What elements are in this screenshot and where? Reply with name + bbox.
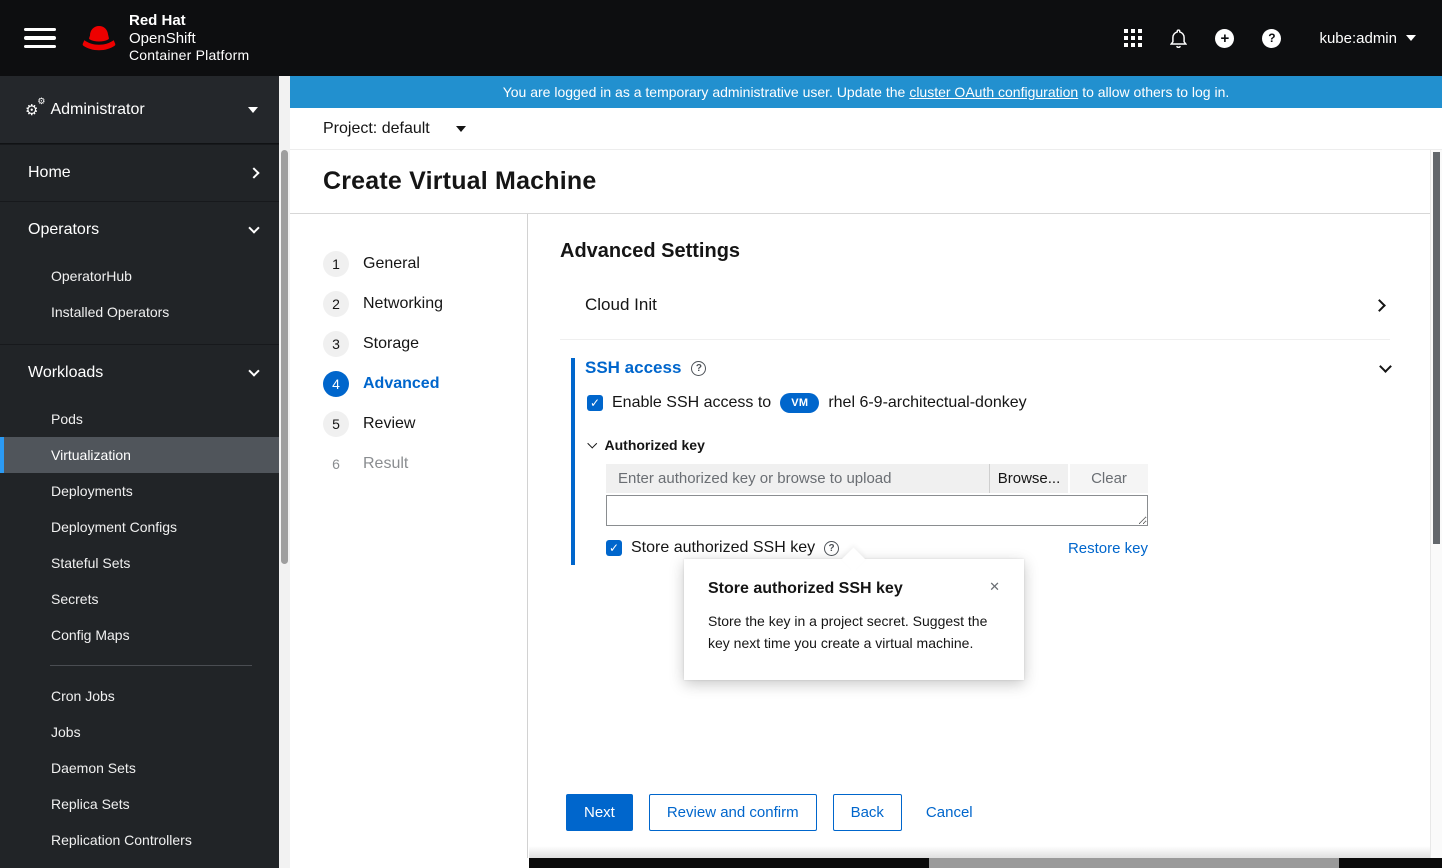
project-label: Project: — [323, 119, 378, 137]
divider — [50, 665, 252, 666]
chevron-down-icon — [587, 438, 597, 448]
wizard-step-review[interactable]: 5 Review — [290, 404, 527, 444]
vm-name: rhel 6-9-architectual-donkey — [828, 394, 1027, 411]
sidebar-scrollbar[interactable] — [279, 76, 290, 868]
sidebar-item-replica-sets[interactable]: Replica Sets — [0, 786, 290, 822]
sidebar-item-home[interactable]: Home — [0, 145, 290, 201]
restore-key-link[interactable]: Restore key — [1068, 540, 1148, 557]
wizard-step-storage[interactable]: 3 Storage — [290, 324, 527, 364]
popover-body: Store the key in a project secret. Sugge… — [708, 613, 988, 651]
cloud-init-expandable[interactable]: Cloud Init — [560, 285, 1390, 340]
store-key-popover: Store authorized SSH key ✕ Store the key… — [684, 547, 1024, 681]
ssh-access-section: SSH access ? ✓ Enable SSH access to VM r… — [571, 358, 1392, 565]
sidebar-item-operators[interactable]: Operators — [0, 202, 290, 258]
project-value: default — [381, 119, 430, 137]
enable-ssh-checkbox[interactable]: ✓ Enable SSH access to VM rhel 6-9-archi… — [585, 393, 1390, 413]
ssh-access-title: SSH access — [585, 358, 682, 377]
ssh-access-help-icon[interactable]: ? — [691, 360, 707, 376]
wizard-step-advanced[interactable]: 4 Advanced — [290, 364, 527, 404]
wizard-step-result: 6 Result — [332, 455, 409, 472]
store-key-help-icon[interactable]: ? — [824, 540, 840, 556]
brand-line-2: OpenShift — [129, 29, 196, 47]
plus-circle-icon[interactable]: + — [1215, 28, 1235, 48]
brand-line-3: Container Platform — [129, 47, 250, 64]
store-key-checkbox[interactable]: ✓ Store authorized SSH key — [606, 539, 815, 557]
sidebar-item-operatorhub[interactable]: OperatorHub — [0, 258, 290, 294]
browse-button[interactable]: Browse... — [989, 464, 1068, 493]
clear-button[interactable]: Clear — [1070, 464, 1148, 493]
login-notice-banner: You are logged in as a temporary adminis… — [290, 76, 1442, 108]
app-launcher-icon[interactable] — [1123, 28, 1143, 48]
chevron-down-icon — [248, 222, 260, 234]
authorized-key-textarea[interactable] — [606, 495, 1148, 526]
page-title: Create Virtual Machine — [323, 167, 597, 195]
wizard-step-networking[interactable]: 2 Networking — [290, 284, 527, 324]
popover-close-icon[interactable]: ✕ — [989, 580, 1000, 593]
section-title: Advanced Settings — [560, 240, 741, 262]
back-button[interactable]: Back — [832, 794, 902, 831]
perspective-label: Administrator — [50, 100, 145, 118]
checkbox-checked-icon: ✓ — [587, 395, 603, 411]
perspective-switcher[interactable]: ⚙ ⚙ Administrator — [0, 76, 290, 144]
user-name: kube:admin — [1319, 29, 1397, 47]
review-and-confirm-button[interactable]: Review and confirm — [648, 794, 817, 831]
checkbox-checked-icon: ✓ — [606, 540, 622, 556]
sidebar-item-deployment-configs[interactable]: Deployment Configs — [0, 509, 290, 545]
cancel-button[interactable]: Cancel — [918, 795, 981, 830]
sidebar-item-installed-operators[interactable]: Installed Operators — [0, 294, 290, 330]
wizard-footer: Next Review and confirm Back Cancel — [566, 794, 981, 831]
ssh-key-file-upload: Browse... Clear — [606, 464, 1148, 493]
user-menu[interactable]: kube:admin — [1319, 30, 1416, 47]
nav-toggle-button[interactable] — [24, 27, 56, 49]
wizard-steps-nav: 1 General 2 Networking 3 Storage 4 Advan… — [290, 214, 528, 858]
cluster-oauth-configuration-link[interactable]: cluster OAuth configuration — [909, 84, 1078, 100]
sidebar-item-deployments[interactable]: Deployments — [0, 473, 290, 509]
content-horizontal-scrollbar[interactable] — [529, 858, 1442, 868]
chevron-right-icon — [1373, 298, 1386, 312]
perspective-caret-icon — [248, 106, 258, 113]
sidebar-nav: ⚙ ⚙ Administrator Home Operators Operator… — [0, 76, 290, 868]
next-button[interactable]: Next — [566, 794, 633, 831]
project-selector[interactable]: Project: default — [290, 108, 1442, 150]
sidebar-item-jobs[interactable]: Jobs — [0, 714, 290, 750]
authorized-key-file-input[interactable] — [606, 464, 989, 493]
brand-line-1: Red Hat — [129, 12, 186, 30]
popover-title: Store authorized SSH key — [708, 580, 903, 597]
sidebar-item-virtualization[interactable]: Virtualization — [0, 437, 290, 473]
sidebar-item-secrets[interactable]: Secrets — [0, 581, 290, 617]
question-circle-icon[interactable]: ? — [1262, 28, 1282, 48]
redhat-openshift-logo: Red Hat OpenShift Container Platform — [78, 12, 249, 64]
main-content: You are logged in as a temporary adminis… — [290, 76, 1442, 868]
sidebar-item-config-maps[interactable]: Config Maps — [0, 617, 290, 653]
user-caret-icon — [1406, 35, 1416, 41]
create-vm-wizard: 1 General 2 Networking 3 Storage 4 Advan… — [290, 214, 1430, 858]
vm-badge: VM — [780, 393, 820, 413]
sidebar-scrollbar-thumb[interactable] — [281, 150, 288, 564]
cogs-icon: ⚙ ⚙ — [25, 95, 46, 119]
chevron-right-icon — [248, 167, 260, 179]
sidebar-item-pods[interactable]: Pods — [0, 401, 290, 437]
chevron-down-icon — [248, 365, 260, 377]
vertical-scrollbar-thumb[interactable] — [1433, 152, 1440, 544]
openshift-console: Red Hat OpenShift Container Platform + ?… — [0, 0, 1442, 868]
ssh-collapse-chevron-icon[interactable] — [1379, 359, 1392, 373]
redhat-fedora-icon — [78, 23, 120, 53]
authorized-key-toggle[interactable]: Authorized key — [585, 437, 1390, 453]
sidebar-item-workloads[interactable]: Workloads — [0, 345, 290, 401]
notifications-bell-icon[interactable] — [1170, 28, 1188, 48]
sidebar-item-replication-controllers[interactable]: Replication Controllers — [0, 822, 290, 858]
masthead: Red Hat OpenShift Container Platform + ?… — [0, 0, 1442, 76]
sidebar-item-stateful-sets[interactable]: Stateful Sets — [0, 545, 290, 581]
horizontal-scrollbar-thumb[interactable] — [929, 858, 1339, 868]
project-caret-icon — [455, 125, 466, 132]
content-vertical-scrollbar[interactable] — [1430, 150, 1442, 858]
wizard-step-content: Advanced Settings Cloud Init SSH access … — [528, 214, 1430, 858]
sidebar-item-daemon-sets[interactable]: Daemon Sets — [0, 750, 290, 786]
wizard-step-general[interactable]: 1 General — [290, 244, 527, 284]
sidebar-item-cron-jobs[interactable]: Cron Jobs — [0, 678, 290, 714]
